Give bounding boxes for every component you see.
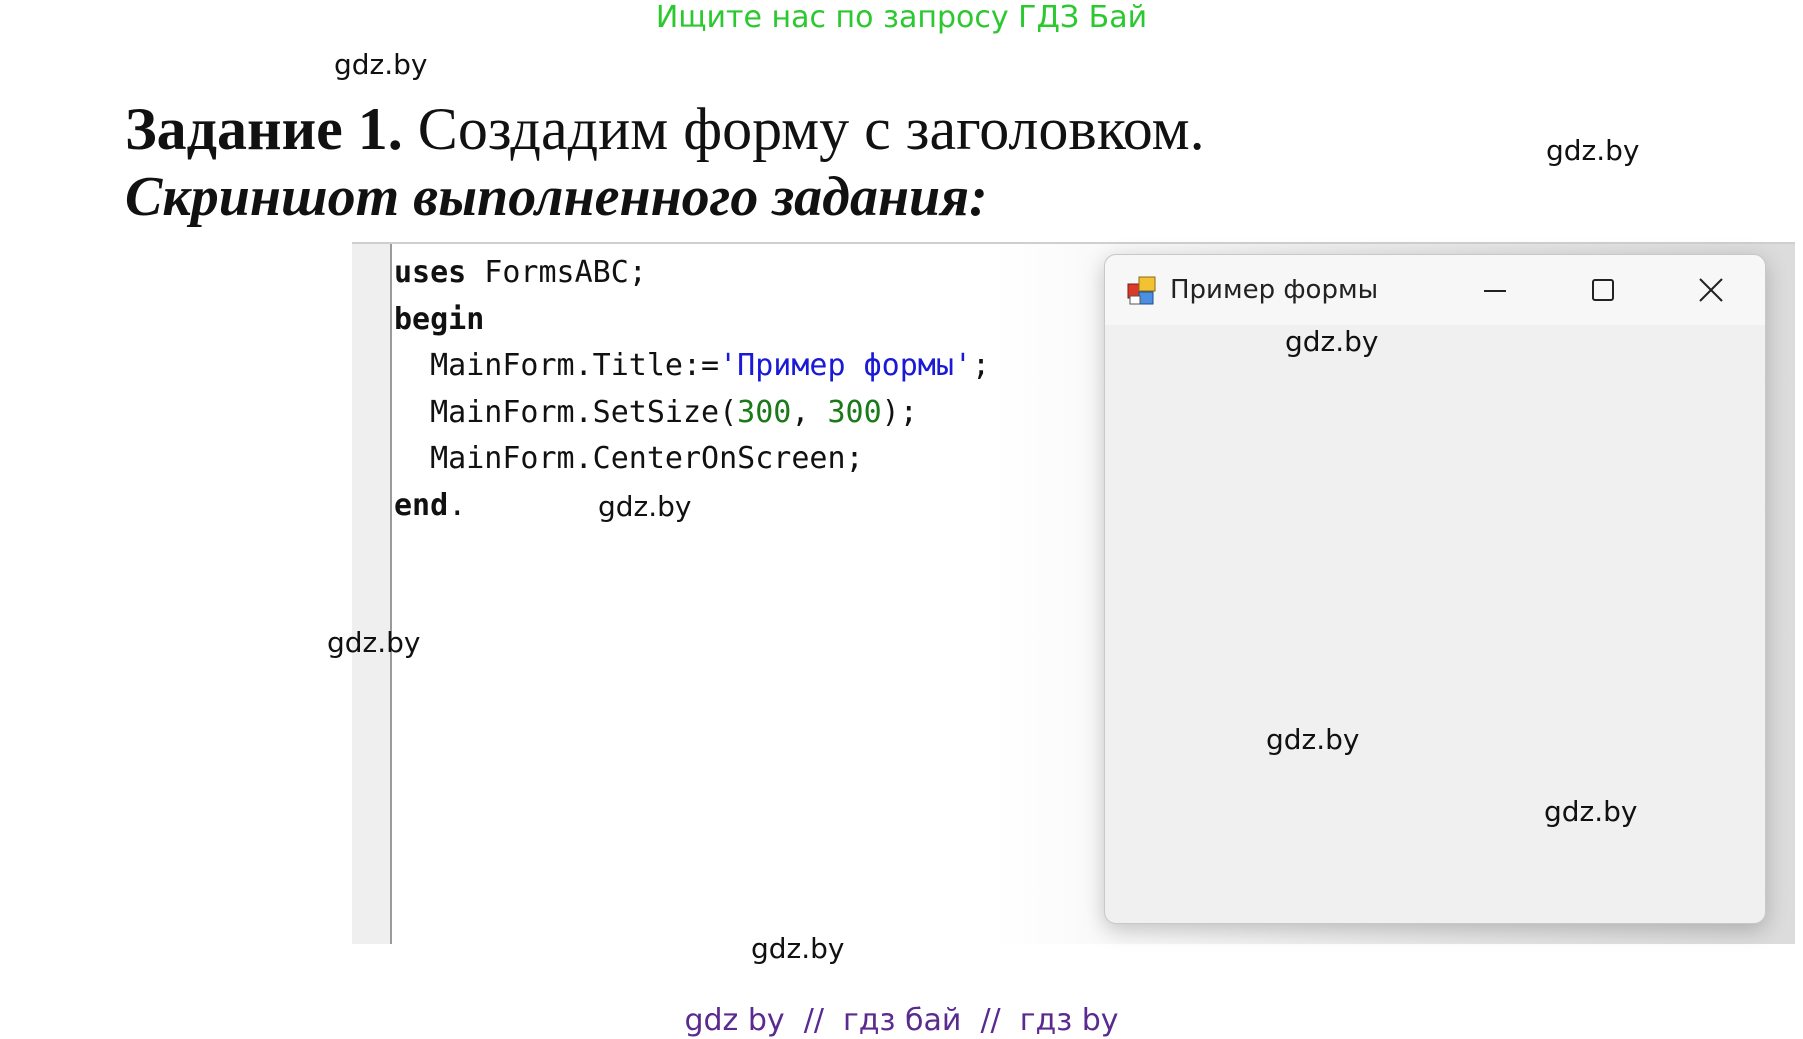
minimize-icon[interactable] [1460,267,1530,313]
number-literal: 300 [737,394,792,430]
code-text: FormsABC; [466,255,647,290]
code-text: MainForm.SetSize( [394,394,738,430]
code-text: . [448,487,467,523]
string-literal: 'Пример формы' [719,348,972,383]
code-text: MainForm.CenterOnScreen; [394,441,864,476]
code-text: ); [881,394,918,430]
code-text: ; [971,348,991,383]
window-title: Пример формы [1170,275,1379,305]
number-literal: 300 [827,394,882,430]
watermark: gdz.by [751,932,845,965]
keyword: uses [394,255,467,290]
screenshot-area: uses FormsABC; begin MainForm.Title:='Пр… [352,242,1795,946]
code-line: uses FormsABC; [394,250,990,297]
watermark: gdz.by [1285,325,1379,358]
code-line: MainForm.CenterOnScreen; [394,436,990,483]
keyword: begin [394,301,485,337]
footer-links[interactable]: gdz by // гдз бай // гдз by [0,1003,1803,1038]
app-form-icon [1127,276,1156,305]
code-line: MainForm.SetSize(300, 300); [394,390,990,437]
code-line: MainForm.Title:='Пример формы'; [394,343,990,390]
maximize-icon[interactable] [1568,267,1638,313]
window-titlebar[interactable]: Пример формы [1105,255,1765,325]
keyword: end [394,487,449,523]
watermark: gdz.by [1546,134,1640,167]
code-line: end. [394,483,990,530]
close-icon[interactable] [1676,267,1746,313]
code-text: , [791,394,828,430]
form-window[interactable]: Пример формы [1104,254,1766,924]
code-line: begin [394,297,990,344]
task-label: Задание 1. [125,96,403,162]
watermark: gdz.by [1544,795,1638,828]
task-text: Создадим форму с заголовком. [402,96,1205,162]
editor-gutter [352,244,392,944]
task-heading: Задание 1. Создадим форму с заголовком. [125,95,1205,164]
search-banner[interactable]: Ищите нас по запросу ГДЗ Бай [0,0,1803,35]
code-editor[interactable]: uses FormsABC; begin MainForm.Title:='Пр… [394,250,990,529]
watermark: gdz.by [598,490,692,523]
task-subtitle: Скриншот выполненного задания: [125,166,988,228]
watermark: gdz.by [327,626,421,659]
code-text: MainForm.Title:= [394,348,720,383]
watermark: gdz.by [334,48,428,81]
watermark: gdz.by [1266,723,1360,756]
